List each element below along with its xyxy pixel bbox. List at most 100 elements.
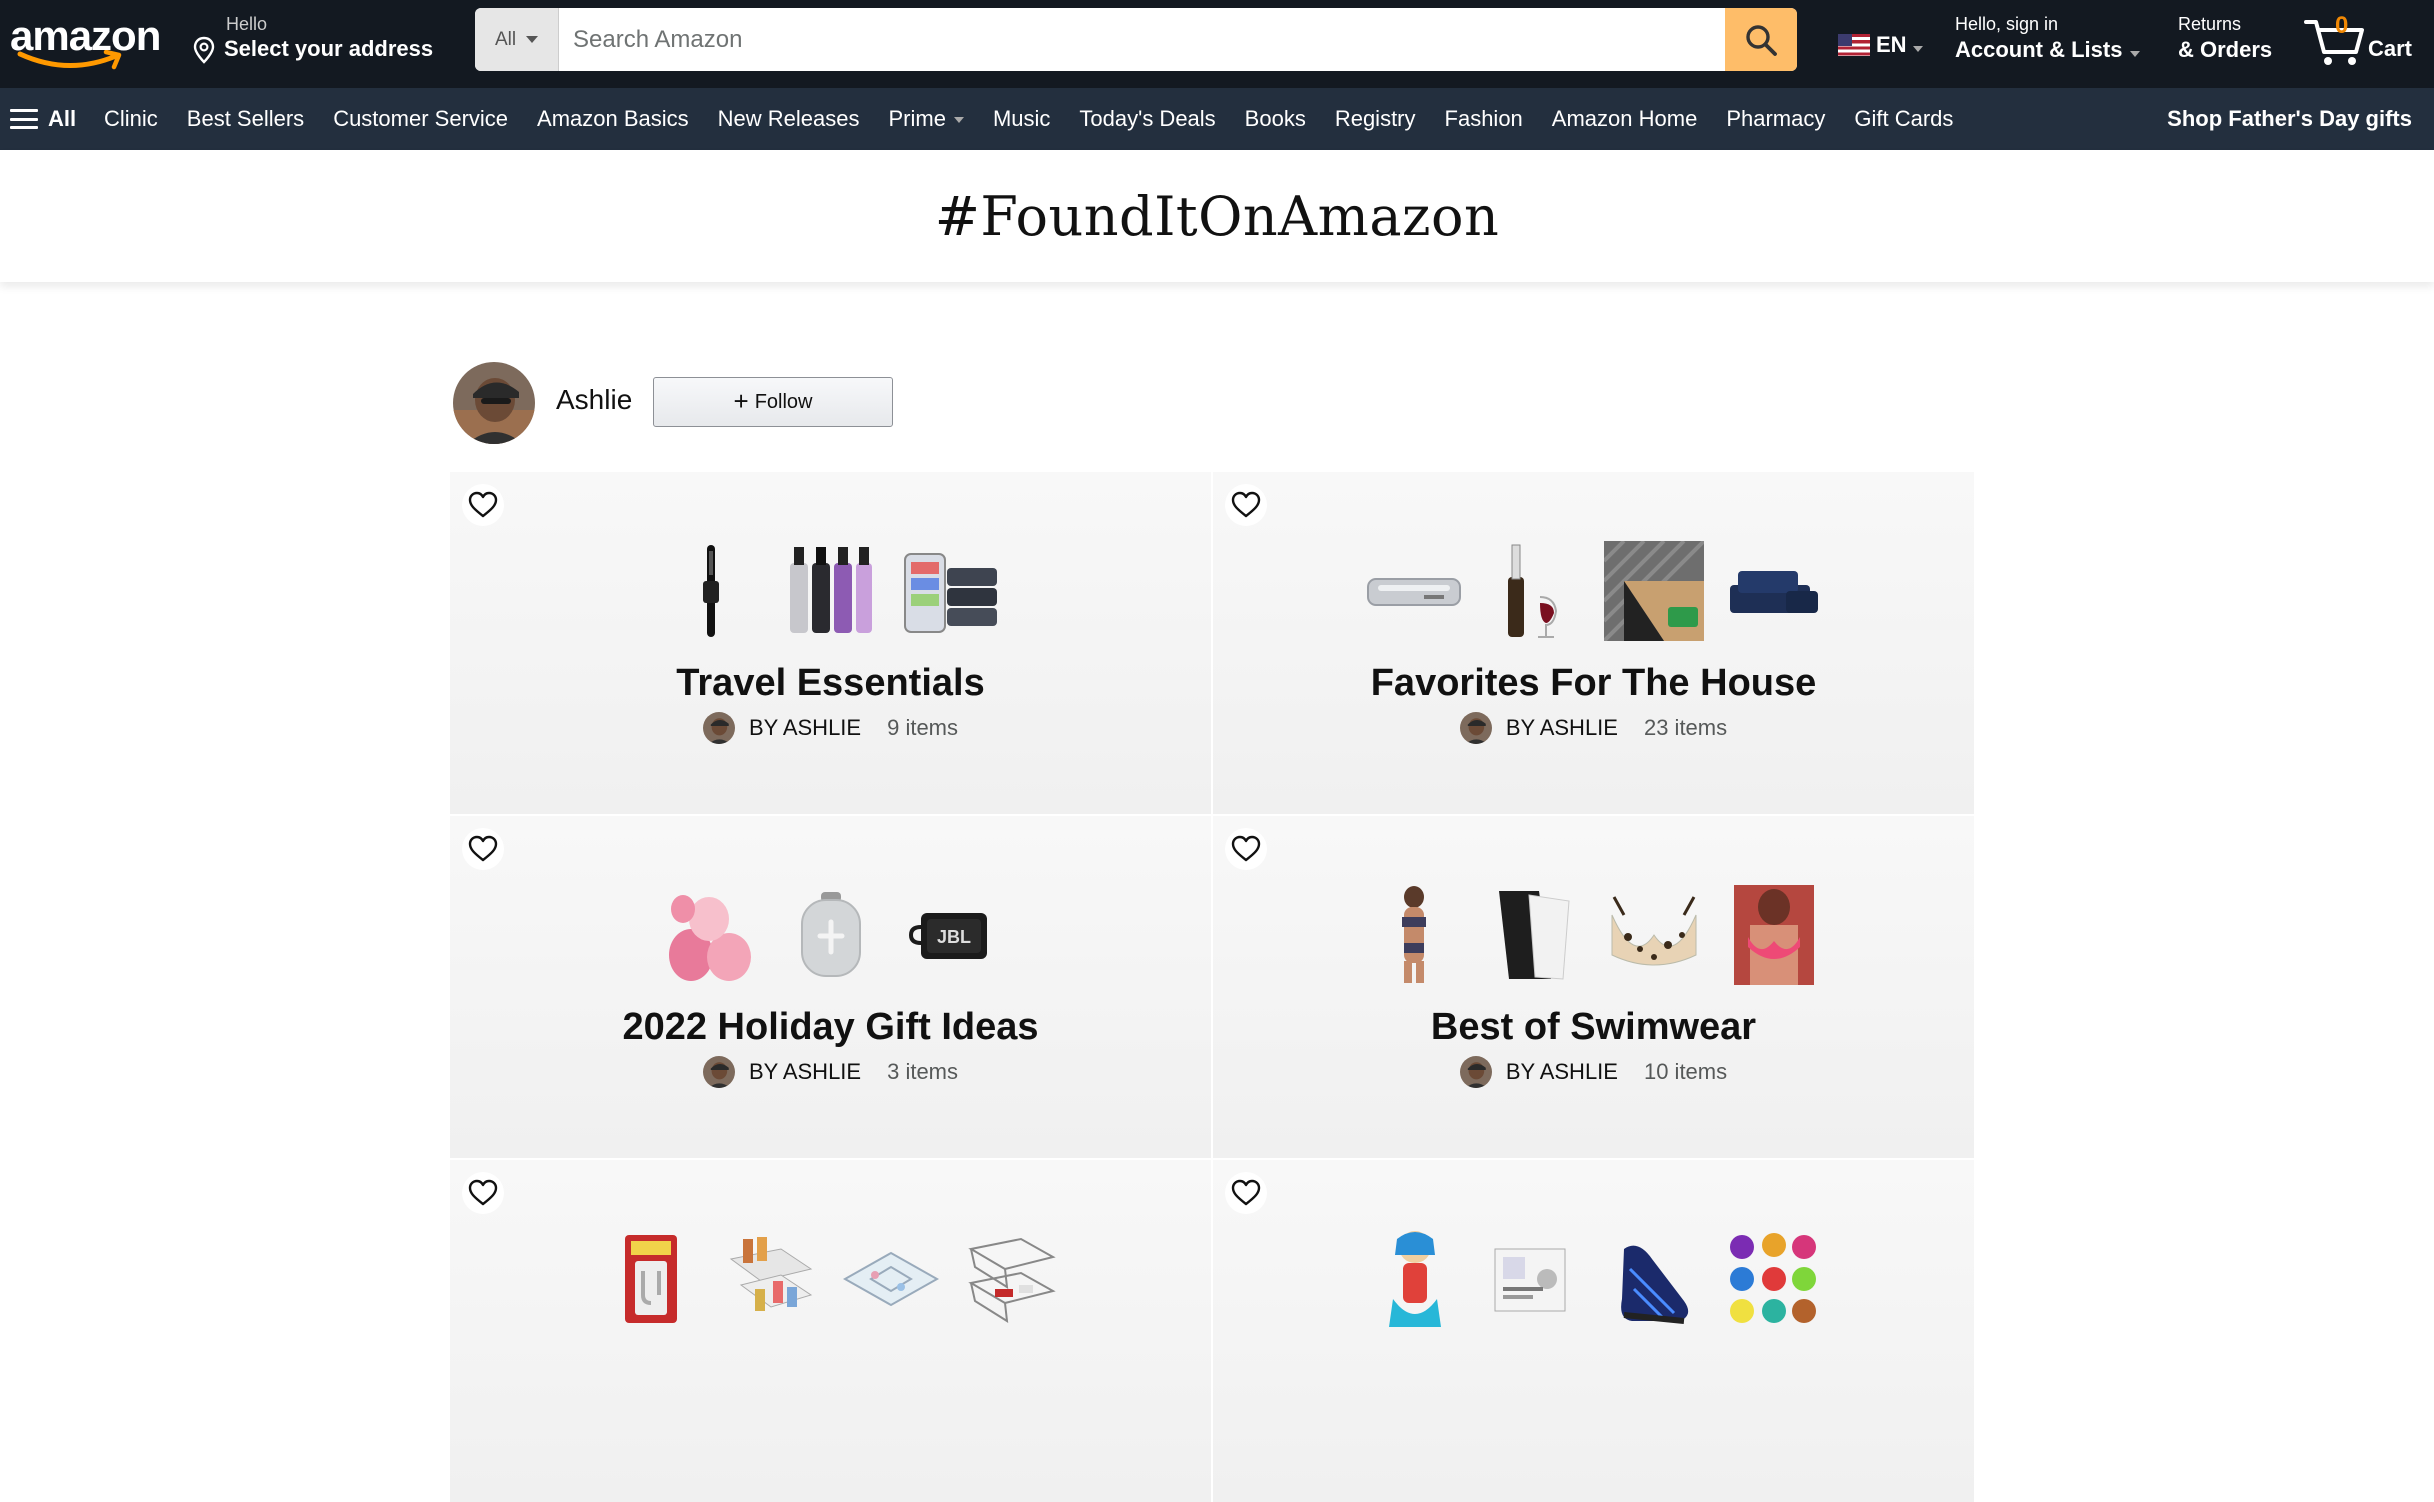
makeup-sponges-image [660,884,762,986]
page-title: #FoundItOnAmazon [934,184,1500,248]
idea-list-card[interactable] [450,1160,1211,1502]
fathers-day-promo-link[interactable]: Shop Father's Day gifts [2167,106,2412,132]
pink-bikini-image [1723,884,1825,986]
heart-icon[interactable] [462,828,504,870]
idea-list-card[interactable]: Best of Swimwear BY ASHLIE 10 items [1213,816,1974,1158]
caret-down-icon [1912,46,1923,52]
returns-label: Returns [2178,14,2242,34]
heart-icon[interactable] [1225,828,1267,870]
caret-down-icon [526,36,539,43]
language-selector[interactable]: EN [1838,32,1923,58]
leopard-top-image [1603,884,1705,986]
nav-link-customer-service[interactable]: Customer Service [333,106,508,132]
search-bar: All [475,8,1797,71]
wine-aerator-image [1483,540,1585,642]
glitter-box-image [1483,1228,1585,1330]
heart-icon[interactable] [1225,484,1267,526]
nav-link-amazon-home[interactable]: Amazon Home [1552,106,1698,132]
list-author: BY ASHLIE [1505,715,1618,740]
language-code: EN [1876,32,1907,57]
list-item-count: 23 items [1643,715,1728,740]
nav-link-clinic[interactable]: Clinic [104,106,158,132]
cart-label: Cart [2368,36,2413,61]
nav-link-prime[interactable]: Prime [889,106,964,132]
speaker-image [780,884,882,986]
avatar[interactable] [453,362,535,444]
smile-arrow-icon [17,50,122,70]
search-icon [1746,24,1777,56]
list-item-count: 10 items [1643,1059,1728,1084]
secondary-nav: All Clinic Best Sellers Customer Service… [0,88,2434,150]
us-flag-icon [1838,34,1870,56]
avatar [1459,712,1492,744]
idea-list-card[interactable]: Favorites For The House BY ASHLIE 23 ite… [1213,472,1974,814]
idea-list-grid: Travel Essentials BY ASHLIE 9 items Favo… [450,472,1974,1502]
vacuum-sealer-image [1363,540,1465,642]
search-button[interactable] [1725,8,1797,71]
search-department-label: All [494,28,517,50]
sarong-image [1483,884,1585,986]
follow-label: Follow [754,390,813,413]
organizer-bins-image [720,1228,822,1330]
caret-down-icon [2130,51,2141,57]
nav-link-new-releases[interactable]: New Releases [718,106,860,132]
list-title[interactable]: Best of Swimwear [1213,1006,1974,1049]
list-item-count: 3 items [887,1059,959,1084]
plus-icon: + [733,385,749,416]
list-title[interactable]: Favorites For The House [1213,662,1974,705]
location-pin-icon [193,36,215,64]
cart-button[interactable]: 0 Cart [2304,10,2424,70]
nav-link-prime-label: Prime [888,106,946,131]
page-banner: #FoundItOnAmazon [0,150,2434,282]
svg-text:JBL: JBL [936,927,970,947]
search-department-select[interactable]: All [475,8,559,71]
idea-list-card[interactable]: JBL 2022 Holiday Gift Ideas BY ASHLIE 3 … [450,816,1211,1158]
list-title[interactable]: 2022 Holiday Gift Ideas [450,1006,1211,1049]
nav-link-pharmacy[interactable]: Pharmacy [1726,106,1825,132]
avatar [1459,1056,1492,1088]
idea-list-card[interactable] [1213,1160,1974,1502]
perfume-atomizers-image [780,540,882,642]
returns-orders[interactable]: Returns & Orders [2178,14,2272,63]
nav-link-amazon-basics[interactable]: Amazon Basics [537,106,689,132]
list-author: BY ASHLIE [748,715,862,740]
nav-link-fashion[interactable]: Fashion [1445,106,1523,132]
caret-down-icon [953,117,964,123]
nav-link-gift-cards[interactable]: Gift Cards [1854,106,1953,132]
list-item-count: 9 items [887,715,959,740]
nav-link-music[interactable]: Music [993,106,1050,132]
amazon-logo[interactable]: amazon [10,10,170,76]
command-hooks-image [600,1228,702,1330]
list-author: BY ASHLIE [1505,1059,1618,1084]
heart-icon[interactable] [1225,1172,1267,1214]
profile-name: Ashlie [556,384,633,415]
deliver-greeting: Hello [226,14,268,34]
heart-icon[interactable] [462,484,504,526]
nav-link-books[interactable]: Books [1245,106,1306,132]
heart-icon[interactable] [462,1172,504,1214]
follow-button[interactable]: + Follow [653,377,893,427]
bikini-image [1363,884,1465,986]
jbl-speaker-image: JBL [900,884,1002,986]
list-title[interactable]: Travel Essentials [450,662,1211,705]
all-menu-button[interactable]: All [10,106,76,132]
packing-cubes-image [900,540,1002,642]
cart-count: 0 [2335,12,2349,39]
avatar [702,1056,735,1088]
top-nav: amazon Hello Select your address All EN [0,0,2434,88]
account-lists[interactable]: Hello, sign in Account & Lists [1955,14,2141,63]
avatar-photo [453,362,535,444]
nav-link-best-sellers[interactable]: Best Sellers [187,106,304,132]
rug-gripper-image [1603,540,1705,642]
clear-organizers-image [840,1228,942,1330]
nav-link-registry[interactable]: Registry [1335,106,1416,132]
search-input[interactable] [559,8,1725,71]
scrunchies-image [1723,1228,1825,1330]
curling-iron-image [660,540,762,642]
navy-sheets-image [1723,540,1825,642]
orders-label: & Orders [2178,37,2273,62]
idea-list-card[interactable]: Travel Essentials BY ASHLIE 9 items [450,472,1211,814]
nav-link-todays-deals[interactable]: Today's Deals [1079,106,1215,132]
all-menu-label: All [48,106,77,131]
select-address-link: Select your address [224,36,434,61]
